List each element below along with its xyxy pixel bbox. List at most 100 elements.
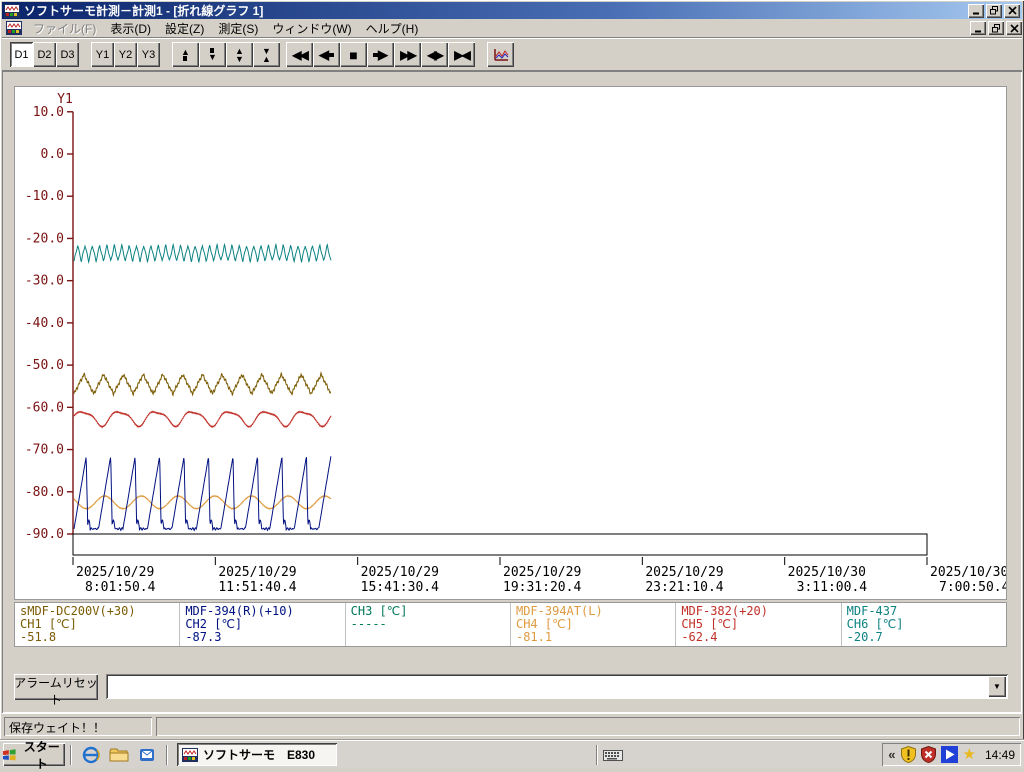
security-alert-shield-icon[interactable] — [920, 746, 936, 763]
alarm-combobox-value[interactable] — [108, 676, 988, 697]
internet-explorer-icon[interactable] — [80, 744, 102, 766]
stop-icon[interactable]: ■ — [340, 42, 367, 67]
shift-up-icon[interactable]: ▲ — [172, 42, 199, 67]
svg-text:-80.0: -80.0 — [25, 485, 64, 500]
app-icon — [4, 3, 20, 18]
toolbar-d3-button[interactable]: D3 — [56, 42, 79, 67]
menu-window[interactable]: ウィンドウ(W) — [265, 18, 358, 39]
svg-text:2025/10/29: 2025/10/29 — [503, 565, 581, 580]
toolbar: D1 D2 D3 Y1 Y2 Y3 ▲ ▼ ▲ ▼ ▼ ▲ ◀◀ ◀ ■ ▶ ▶▶ … — [2, 39, 1022, 71]
channel-value: -51.8 — [20, 630, 57, 644]
taskbar: スタート ソフトサーモ E830 « ★ 14:49 — [0, 740, 1024, 771]
channel-value: -20.7 — [846, 630, 883, 644]
svg-text:2025/10/30: 2025/10/30 — [930, 565, 1006, 580]
toolbar-d2-button[interactable]: D2 — [33, 42, 56, 67]
toolbar-d1-button[interactable]: D1 — [10, 42, 33, 67]
alarm-controls: アラームリセット ▼ — [14, 672, 1008, 707]
svg-text:19:31:20.4: 19:31:20.4 — [503, 580, 581, 595]
start-button[interactable]: スタート — [3, 740, 65, 771]
status-panel-empty — [156, 717, 1020, 736]
app-icon — [182, 747, 198, 762]
minimize-button[interactable] — [968, 3, 984, 18]
alarm-reset-button[interactable]: アラームリセット — [14, 674, 98, 707]
svg-text:-50.0: -50.0 — [25, 358, 64, 373]
close-button[interactable] — [1004, 3, 1020, 18]
svg-text:2025/10/29: 2025/10/29 — [76, 565, 154, 580]
toolbar-y2-button[interactable]: Y2 — [114, 42, 137, 67]
svg-text:-10.0: -10.0 — [25, 189, 64, 204]
menu-measure[interactable]: 測定(S) — [211, 18, 265, 39]
menu-view[interactable]: 表示(D) — [103, 18, 158, 39]
svg-text:2025/10/29: 2025/10/29 — [218, 565, 296, 580]
mdi-restore-button[interactable] — [988, 21, 1004, 35]
svg-text:15:41:30.4: 15:41:30.4 — [361, 580, 439, 595]
chart-panel: Y1 10.0 0.0 -10.0 -20.0 -30.0 -40.0 -50.0 -60.0-… — [14, 86, 1010, 600]
step-right-icon[interactable]: ▶ — [367, 42, 394, 67]
svg-text:10.0: 10.0 — [33, 105, 64, 120]
step-left-icon[interactable]: ◀ — [313, 42, 340, 67]
menu-settings[interactable]: 設定(Z) — [158, 18, 211, 39]
titlebar: ソフトサーモ計測－計測1 - [折れ線グラフ 1] — [2, 2, 1022, 19]
fast-forward-icon[interactable]: ▶▶ — [394, 42, 421, 67]
taskbar-divider — [70, 744, 72, 765]
mdi-child-icon — [6, 21, 22, 35]
alarm-combobox[interactable]: ▼ — [106, 674, 1008, 699]
status-message: 保存ウェイト！！ — [4, 717, 152, 736]
taskbar-divider — [595, 744, 598, 765]
restore-button[interactable] — [986, 3, 1002, 18]
svg-text:-90.0: -90.0 — [25, 527, 64, 542]
compress-horizontal-icon[interactable]: ▶◀ — [448, 42, 475, 67]
legend-channel-1: sMDF-DC200V(+30) CH1 [℃] -51.8 — [15, 603, 179, 646]
window-title: ソフトサーモ計測－計測1 - [折れ線グラフ 1] — [24, 4, 264, 18]
legend-channel-3: CH3 [℃] ----- — [344, 603, 510, 646]
mdi-minimize-button[interactable] — [970, 21, 986, 35]
expand-vertical-icon[interactable]: ▲ ▼ — [226, 42, 253, 67]
menu-help[interactable]: ヘルプ(H) — [359, 18, 426, 39]
update-star-icon[interactable]: ★ — [963, 747, 976, 762]
task-button-softthermo[interactable]: ソフトサーモ E830 — [177, 743, 337, 766]
legend-channel-4: MDF-394AT(L) CH4 [℃] -81.1 — [509, 603, 675, 646]
channel-value: -81.1 — [515, 630, 553, 644]
menu-file: ファイル(F) — [33, 21, 97, 36]
folder-icon[interactable] — [108, 744, 130, 766]
shift-down-icon[interactable]: ▼ — [199, 42, 226, 67]
keyboard-icon[interactable] — [602, 748, 623, 762]
media-play-icon[interactable] — [940, 746, 958, 763]
svg-text:-40.0: -40.0 — [25, 316, 64, 331]
collapse-chevron-icon[interactable]: « — [888, 747, 895, 762]
compress-vertical-icon[interactable]: ▼ ▲ — [253, 42, 280, 67]
windows-logo-icon — [3, 748, 16, 760]
channel-value: ----- — [350, 617, 387, 631]
chevron-down-icon[interactable]: ▼ — [988, 676, 1006, 697]
svg-text:23:21:10.4: 23:21:10.4 — [645, 580, 723, 595]
rewind-icon[interactable]: ◀◀ — [286, 42, 313, 67]
client-area: Y1 10.0 0.0 -10.0 -20.0 -30.0 -40.0 -50.0 -60.0-… — [2, 71, 1022, 713]
graph-setup-icon[interactable] — [487, 42, 514, 67]
legend-channel-2: MDF-394(R)(+10) CH2 [℃] -87.3 — [179, 603, 344, 646]
svg-text:2025/10/30: 2025/10/30 — [788, 565, 866, 580]
legend-table: sMDF-DC200V(+30) CH1 [℃] -51.8 MDF-394(R… — [14, 602, 1007, 647]
legend-channel-6: MDF-437 CH6 [℃] -20.7 — [840, 603, 1006, 646]
outlook-express-icon[interactable] — [136, 744, 158, 766]
svg-text:2025/10/29: 2025/10/29 — [645, 565, 723, 580]
task-label: ソフトサーモ E830 — [203, 748, 316, 762]
svg-text:11:51:40.4: 11:51:40.4 — [218, 580, 296, 595]
svg-text:-20.0: -20.0 — [25, 231, 64, 246]
channel-value: -87.3 — [185, 630, 222, 644]
svg-text:-60.0: -60.0 — [25, 400, 64, 415]
security-warning-shield-icon[interactable] — [900, 746, 916, 763]
channel-value: -62.4 — [681, 630, 718, 644]
svg-text:3:11:00.4: 3:11:00.4 — [797, 580, 868, 595]
menubar: ファイル(F) 表示(D) 設定(Z) 測定(S) ウィンドウ(W) ヘルプ(H… — [2, 19, 1022, 38]
svg-text:-30.0: -30.0 — [25, 274, 64, 289]
start-label: スタート — [23, 739, 60, 771]
mdi-close-button[interactable] — [1006, 21, 1022, 35]
toolbar-y3-button[interactable]: Y3 — [137, 42, 160, 67]
expand-horizontal-icon[interactable]: ◀▶ — [421, 42, 448, 67]
clock: 14:49 — [984, 747, 1015, 762]
svg-text:2025/10/29: 2025/10/29 — [361, 565, 439, 580]
svg-text:-70.0: -70.0 — [25, 443, 64, 458]
system-tray: « ★ 14:49 — [882, 743, 1021, 766]
taskbar-divider — [166, 744, 168, 765]
toolbar-y1-button[interactable]: Y1 — [91, 42, 114, 67]
